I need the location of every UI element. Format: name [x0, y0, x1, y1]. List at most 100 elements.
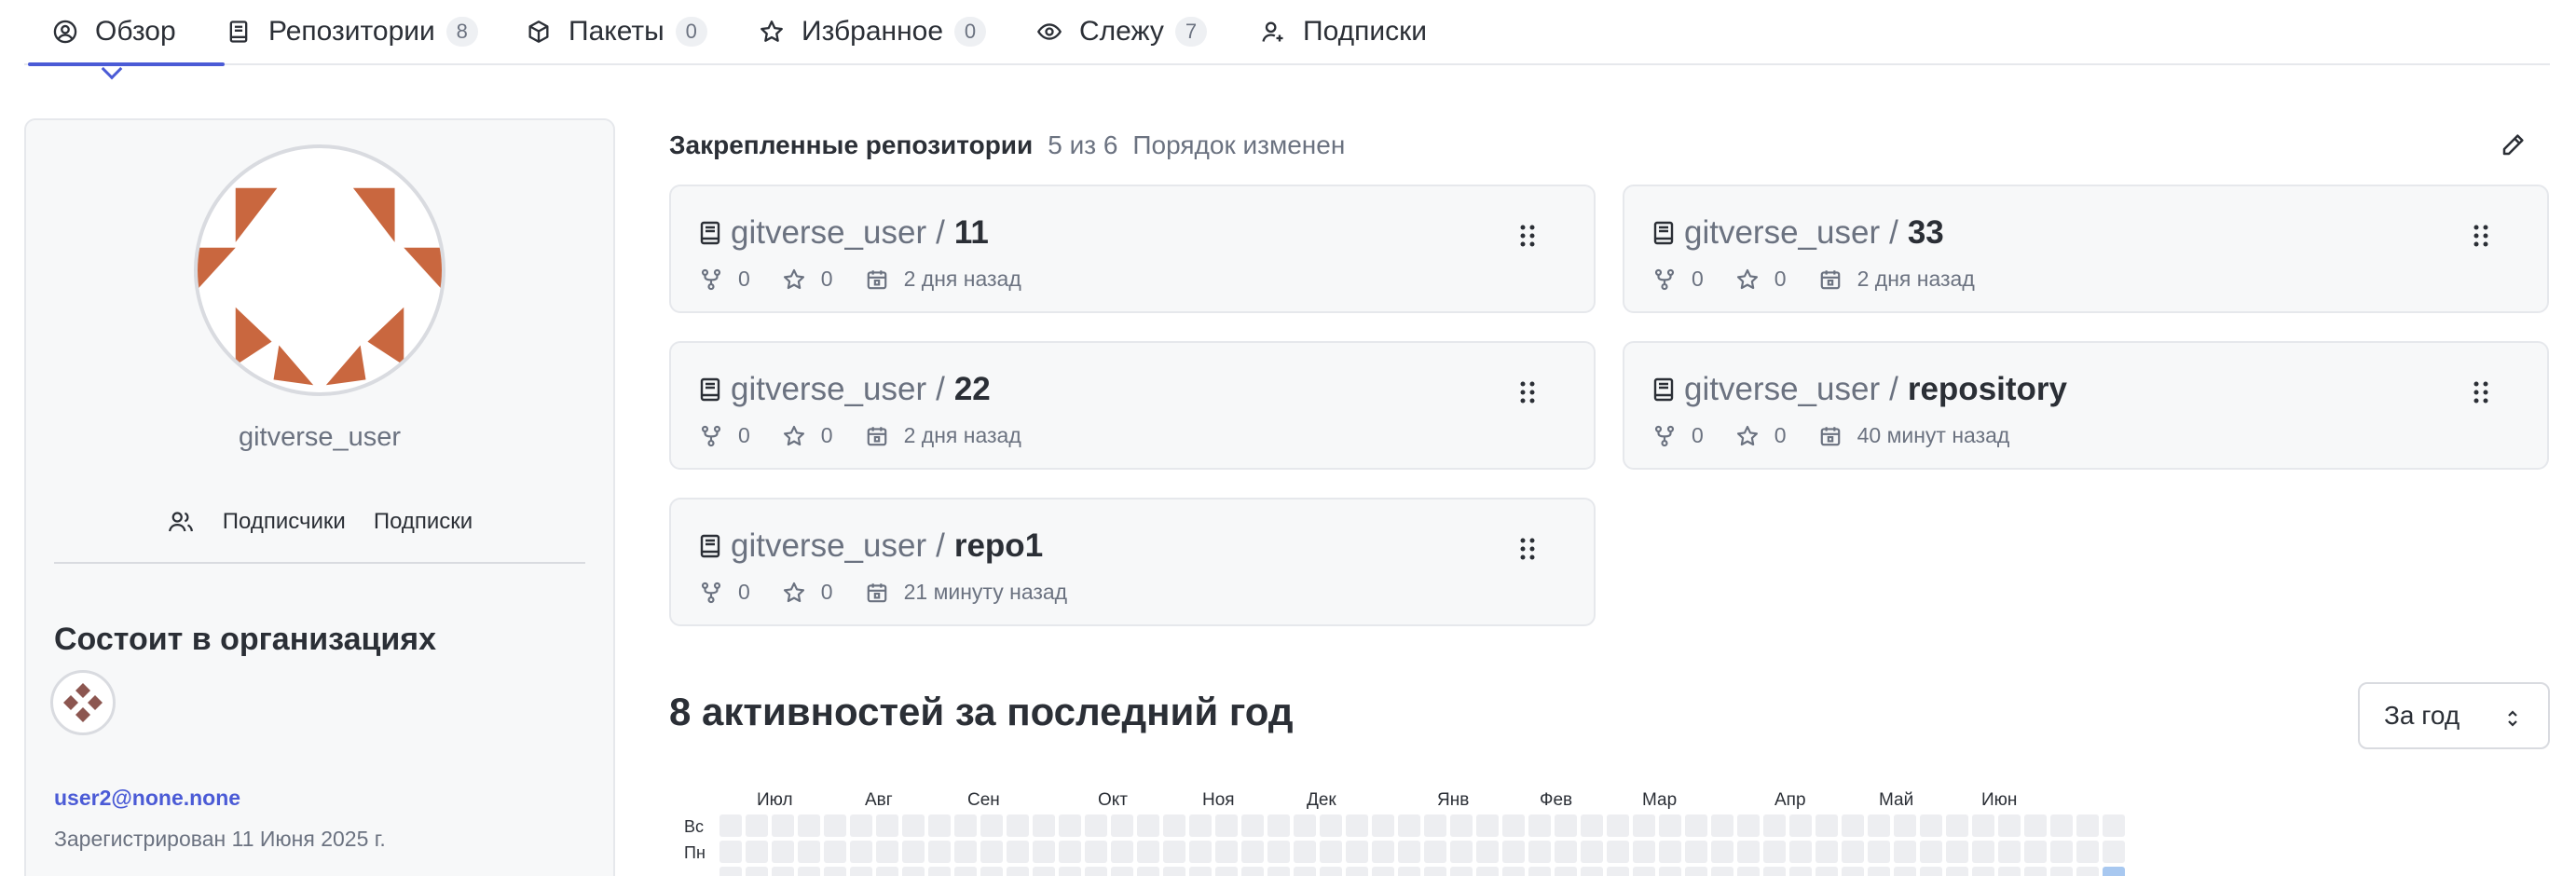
contribution-cell[interactable] — [980, 867, 1003, 876]
pinned-repo-card[interactable]: gitverse_user / 11 0 0 2 дня назад — [669, 185, 1596, 313]
contribution-cell[interactable] — [1737, 814, 1760, 837]
contribution-cell[interactable] — [1789, 841, 1812, 863]
contribution-cell[interactable] — [1059, 814, 1081, 837]
contribution-cell[interactable] — [1711, 841, 1733, 863]
contribution-cell[interactable] — [1215, 841, 1238, 863]
contribution-cell[interactable] — [954, 841, 977, 863]
contribution-cell[interactable] — [1189, 814, 1212, 837]
contribution-cell[interactable] — [1137, 841, 1159, 863]
contribution-cell[interactable] — [1111, 814, 1133, 837]
contribution-cell[interactable] — [1633, 841, 1655, 863]
contribution-cell[interactable] — [1842, 814, 1864, 837]
contribution-cell[interactable] — [1007, 814, 1029, 837]
contribution-cell[interactable] — [1763, 867, 1786, 876]
contribution-cell[interactable] — [902, 867, 925, 876]
contribution-cell[interactable] — [2024, 814, 2047, 837]
profile-email-link[interactable]: user2@none.none — [54, 786, 240, 811]
drag-handle-icon[interactable] — [2473, 224, 2489, 248]
contribution-cell[interactable] — [1398, 867, 1420, 876]
contribution-cell[interactable] — [954, 867, 977, 876]
contribution-cell[interactable] — [1502, 814, 1525, 837]
contribution-cell[interactable] — [1163, 841, 1185, 863]
following-link[interactable]: Подписки — [374, 509, 473, 535]
contribution-cell[interactable] — [1241, 867, 1264, 876]
repo-title[interactable]: gitverse_user / 22 — [699, 371, 991, 408]
contribution-cell[interactable] — [1528, 841, 1551, 863]
contribution-cell[interactable] — [772, 841, 794, 863]
contribution-cell[interactable] — [1502, 867, 1525, 876]
contribution-cell[interactable] — [798, 867, 820, 876]
contribution-cell[interactable] — [1215, 814, 1238, 837]
contribution-cell[interactable] — [1267, 867, 1290, 876]
contribution-cell[interactable] — [1398, 841, 1420, 863]
contribution-cell[interactable] — [1033, 867, 1055, 876]
contribution-cell[interactable] — [772, 867, 794, 876]
contribution-cell[interactable] — [1111, 841, 1133, 863]
contribution-cell[interactable] — [1346, 814, 1368, 837]
contribution-cell[interactable] — [1372, 841, 1394, 863]
contribution-cell[interactable] — [1528, 867, 1551, 876]
contribution-cell[interactable] — [1581, 814, 1603, 837]
followers-link[interactable]: Подписчики — [223, 509, 346, 535]
contribution-cell[interactable] — [1085, 814, 1107, 837]
contribution-cell[interactable] — [1502, 841, 1525, 863]
contribution-cell[interactable] — [1946, 814, 1968, 837]
contribution-cell[interactable] — [2103, 867, 2125, 876]
contribution-cell[interactable] — [1607, 867, 1629, 876]
contribution-cell[interactable] — [2076, 841, 2099, 863]
contribution-cell[interactable] — [1137, 814, 1159, 837]
contribution-cell[interactable] — [1398, 814, 1420, 837]
contribution-cell[interactable] — [746, 867, 768, 876]
contribution-cell[interactable] — [928, 814, 951, 837]
contribution-cell[interactable] — [1424, 814, 1446, 837]
tab-watching[interactable]: Слежу 7 — [1036, 0, 1207, 63]
contribution-cell[interactable] — [1607, 814, 1629, 837]
contribution-cell[interactable] — [1294, 814, 1316, 837]
contribution-cell[interactable] — [1555, 841, 1577, 863]
contribution-cell[interactable] — [902, 814, 925, 837]
contribution-cell[interactable] — [1241, 841, 1264, 863]
tab-overview[interactable]: Обзор — [28, 0, 225, 80]
pinned-repo-card[interactable]: gitverse_user / 22 0 0 2 дня назад — [669, 341, 1596, 470]
contribution-cell[interactable] — [1763, 814, 1786, 837]
contribution-cell[interactable] — [1424, 867, 1446, 876]
contribution-cell[interactable] — [850, 867, 872, 876]
contribution-cell[interactable] — [1320, 867, 1342, 876]
contribution-cell[interactable] — [1894, 867, 1916, 876]
pinned-repo-card[interactable]: gitverse_user / 33 0 0 2 дня назад — [1623, 185, 2549, 313]
contribution-cell[interactable] — [1659, 867, 1681, 876]
drag-handle-icon[interactable] — [2473, 380, 2489, 404]
contribution-cell[interactable] — [1868, 814, 1890, 837]
repo-title[interactable]: gitverse_user / 11 — [699, 214, 989, 252]
contribution-cell[interactable] — [1059, 841, 1081, 863]
contribution-cell[interactable] — [928, 867, 951, 876]
contribution-cell[interactable] — [980, 841, 1003, 863]
contribution-cell[interactable] — [1450, 814, 1473, 837]
contribution-cell[interactable] — [2076, 814, 2099, 837]
contribution-cell[interactable] — [1007, 867, 1029, 876]
contribution-cell[interactable] — [1711, 867, 1733, 876]
contribution-cell[interactable] — [1267, 841, 1290, 863]
contribution-cell[interactable] — [1555, 814, 1577, 837]
contribution-cell[interactable] — [1215, 867, 1238, 876]
contribution-cell[interactable] — [824, 867, 846, 876]
contribution-cell[interactable] — [1294, 867, 1316, 876]
contribution-cell[interactable] — [1189, 841, 1212, 863]
repo-title[interactable]: gitverse_user / 33 — [1652, 214, 1944, 252]
contribution-cell[interactable] — [2050, 867, 2073, 876]
contribution-cell[interactable] — [1737, 841, 1760, 863]
contribution-cell[interactable] — [2024, 867, 2047, 876]
contribution-cell[interactable] — [1450, 841, 1473, 863]
contribution-cell[interactable] — [1085, 867, 1107, 876]
contribution-cell[interactable] — [1346, 841, 1368, 863]
contribution-cell[interactable] — [1659, 841, 1681, 863]
contribution-cell[interactable] — [1868, 867, 1890, 876]
contribution-cell[interactable] — [1007, 841, 1029, 863]
contribution-cell[interactable] — [2103, 841, 2125, 863]
contribution-cell[interactable] — [1998, 814, 2021, 837]
contribution-cell[interactable] — [1476, 841, 1499, 863]
tab-repositories[interactable]: Репозитории 8 — [226, 0, 478, 63]
contribution-cell[interactable] — [980, 814, 1003, 837]
contribution-cell[interactable] — [876, 841, 898, 863]
tab-subscriptions[interactable]: Подписки — [1260, 0, 1427, 63]
